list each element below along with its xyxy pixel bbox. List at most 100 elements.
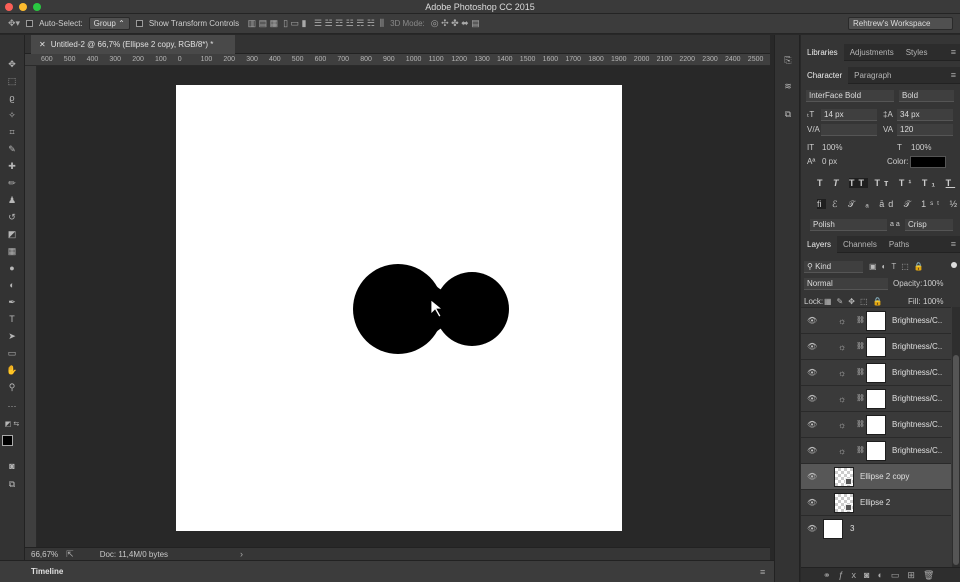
dodge-tool-icon[interactable]: ◐ <box>4 278 20 292</box>
layer-name[interactable]: 3 <box>850 516 930 542</box>
layer-row[interactable]: 👁 3 <box>801 515 951 541</box>
link-icon[interactable]: ⛓ <box>856 438 865 464</box>
marquee-tool-icon[interactable]: ⬚ <box>4 74 20 88</box>
language-dropdown[interactable]: Polish <box>810 219 887 231</box>
lasso-tool-icon[interactable]: ϱ <box>4 91 20 105</box>
workspace-dropdown[interactable]: Rehtrew's Workspace <box>848 17 953 30</box>
font-family-dropdown[interactable]: InterFace Bold <box>806 90 894 102</box>
path-selection-icon[interactable]: ➤ <box>4 329 20 343</box>
layer-mask-thumbnail[interactable] <box>866 389 886 409</box>
link-icon[interactable]: ⛓ <box>856 412 865 438</box>
opentype-buttons[interactable]: ﬁ ℰ 𝒯 ₐ ād 𝒯 1ˢᵗ ½ <box>817 199 957 210</box>
move-tool-icon[interactable]: ✥▾ <box>8 18 20 29</box>
eye-icon[interactable]: 👁 <box>807 334 817 360</box>
document-canvas[interactable] <box>176 85 622 531</box>
leading-field[interactable]: 34 px <box>897 109 953 121</box>
layer-name[interactable]: Brightness/C... <box>892 334 942 360</box>
layer-mask-thumbnail[interactable] <box>866 311 886 331</box>
default-colors-icon[interactable]: ◩ ⇆ <box>4 418 20 432</box>
layer-row[interactable]: 👁 ☼ ⛓ Brightness/C... <box>801 333 951 359</box>
layer-row[interactable]: 👁 ☼ ⛓ Brightness/C... <box>801 385 951 411</box>
ellipse-2-copy[interactable] <box>435 272 509 346</box>
panel-menu-icon[interactable]: ≡ <box>951 239 956 249</box>
align-icons[interactable]: ▥ ▤ ▦ ▯ ▭ ▮ ☰ ☱ ☲ ☳ ☴ ☵ ⫼ <box>245 18 384 29</box>
layer-name[interactable]: Brightness/C... <box>892 438 942 464</box>
link-icon[interactable]: ⛓ <box>856 386 865 412</box>
layer-thumbnail[interactable] <box>823 519 843 539</box>
layer-row[interactable]: 👁 ☼ ⛓ Brightness/C... <box>801 359 951 385</box>
tab-paragraph[interactable]: Paragraph <box>848 67 897 84</box>
layer-mask-thumbnail[interactable] <box>866 415 886 435</box>
crop-tool-icon[interactable]: ⌗ <box>4 125 20 139</box>
kerning-field[interactable] <box>821 124 877 136</box>
shape-layer-thumbnail[interactable] <box>834 467 854 487</box>
layers-scrollbar[interactable] <box>952 307 960 567</box>
type-tool-icon[interactable]: T <box>4 312 20 326</box>
layers-footer-icons[interactable]: ⚭ƒx◙◐▭⊞🗑 <box>801 567 960 582</box>
layers-scrollbar-thumb[interactable] <box>953 355 959 565</box>
minimize-window-button[interactable] <box>19 3 27 11</box>
layer-row[interactable]: 👁 ☼ ⛓ Brightness/C... <box>801 307 951 333</box>
layer-mask-thumbnail[interactable] <box>866 337 886 357</box>
pen-tool-icon[interactable]: ✒ <box>4 295 20 309</box>
healing-brush-icon[interactable]: ✚ <box>4 159 20 173</box>
panel-menu-icon[interactable]: ≡ <box>951 70 956 80</box>
foreground-color-swatch[interactable] <box>2 435 13 446</box>
brush-tool-icon[interactable]: ✏ <box>4 176 20 190</box>
layer-row[interactable]: 👁 ☼ ⛓ Brightness/C... <box>801 437 951 463</box>
tab-paths[interactable]: Paths <box>883 236 915 253</box>
layer-name[interactable]: Brightness/C... <box>892 360 942 386</box>
baseline-shift-value[interactable]: 0 px <box>822 156 837 168</box>
eye-icon[interactable]: 👁 <box>807 516 817 542</box>
show-transform-checkbox[interactable] <box>135 20 143 27</box>
adjustments-icon[interactable]: ≋ <box>780 79 796 93</box>
layer-filter-dropdown[interactable]: ⚲ Kind <box>804 261 863 273</box>
magic-wand-icon[interactable]: ✧ <box>4 108 20 122</box>
blend-mode-dropdown[interactable]: Normal <box>804 278 888 290</box>
eye-icon[interactable]: 👁 <box>807 308 817 334</box>
eye-icon[interactable]: 👁 <box>807 438 817 464</box>
blur-tool-icon[interactable]: ● <box>4 261 20 275</box>
link-icon[interactable]: ⛓ <box>856 308 865 334</box>
layer-row[interactable]: 👁 ☼ ⛓ Brightness/C... <box>801 411 951 437</box>
eye-icon[interactable]: 👁 <box>807 386 817 412</box>
auto-select-checkbox[interactable] <box>26 20 34 27</box>
screen-mode-icon[interactable]: ⧉ <box>4 477 20 491</box>
text-style-buttons[interactable]: T T TT Tт T¹ T₁ T T <box>817 178 952 188</box>
eyedropper-icon[interactable]: ✎ <box>4 142 20 156</box>
tab-libraries[interactable]: Libraries <box>801 43 844 61</box>
eraser-icon[interactable]: ◩ <box>4 227 20 241</box>
text-color-swatch[interactable] <box>910 156 946 168</box>
styles-icon[interactable]: ⧉ <box>780 107 796 121</box>
shape-layer-thumbnail[interactable] <box>834 493 854 513</box>
layer-name[interactable]: Ellipse 2 <box>860 490 940 516</box>
eye-icon[interactable]: 👁 <box>807 412 817 438</box>
panel-menu-icon[interactable]: ≡ <box>951 47 956 57</box>
eye-icon[interactable]: 👁 <box>807 490 817 516</box>
close-tab-icon[interactable]: ✕ <box>39 40 46 49</box>
tab-styles[interactable]: Styles <box>900 44 934 61</box>
font-size-field[interactable]: 14 px <box>821 109 877 121</box>
timeline-label[interactable]: Timeline <box>31 567 63 576</box>
font-style-dropdown[interactable]: Bold <box>899 90 954 102</box>
hand-tool-icon[interactable]: ✋ <box>4 363 20 377</box>
zoom-window-button[interactable] <box>33 3 41 11</box>
tab-layers[interactable]: Layers <box>801 235 838 253</box>
eye-icon[interactable]: 👁 <box>807 464 817 490</box>
layer-name[interactable]: Brightness/C... <box>892 412 942 438</box>
filter-type-icons[interactable]: ▣◐T⬚🔒 <box>869 261 929 273</box>
tracking-field[interactable]: 120 <box>897 124 953 136</box>
layer-row[interactable]: 👁 Ellipse 2 <box>801 489 951 515</box>
tab-adjustments[interactable]: Adjustments <box>844 44 900 61</box>
filter-toggle-icon[interactable] <box>951 262 957 268</box>
export-icon[interactable]: ⇱ <box>66 549 74 560</box>
layer-mask-thumbnail[interactable] <box>866 363 886 383</box>
tab-channels[interactable]: Channels <box>837 236 883 253</box>
layer-name[interactable]: Brightness/C... <box>892 386 942 412</box>
layer-name[interactable]: Ellipse 2 copy <box>860 464 940 490</box>
history-brush-icon[interactable]: ↺ <box>4 210 20 224</box>
layer-row[interactable]: 👁 Ellipse 2 copy <box>801 463 951 489</box>
layer-name[interactable]: Brightness/C... <box>892 308 942 334</box>
more-tools-icon[interactable]: ··· <box>4 399 20 413</box>
vertical-scale-value[interactable]: 100% <box>822 142 842 154</box>
